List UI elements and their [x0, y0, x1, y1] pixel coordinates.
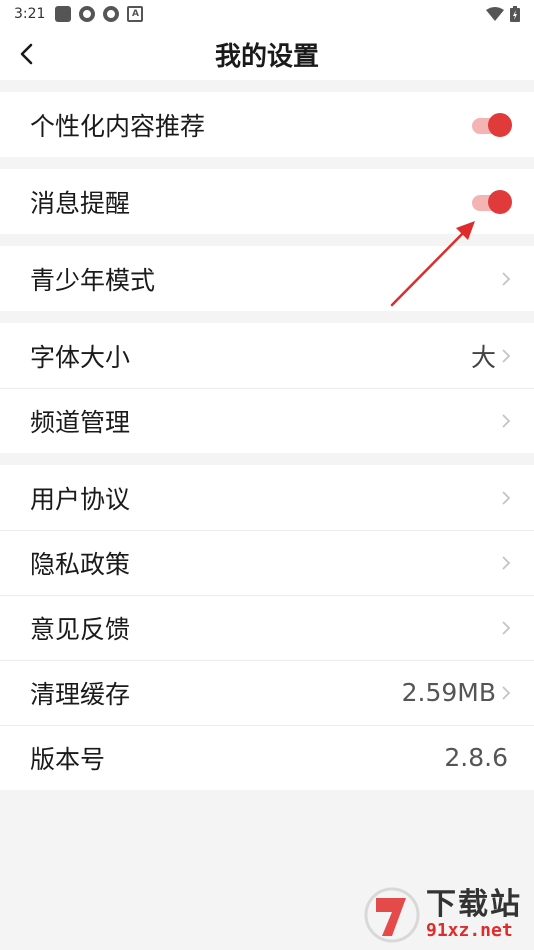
setting-label: 青少年模式 [30, 265, 156, 295]
personalized-recommendation-toggle[interactable] [472, 112, 512, 137]
chevron-right-icon [502, 685, 511, 700]
chevron-right-icon [502, 620, 511, 635]
wifi-icon [486, 7, 504, 21]
message-reminder-toggle[interactable] [472, 189, 512, 214]
settings-group: 个性化内容推荐 [0, 92, 534, 157]
setting-clear-cache[interactable]: 清理缓存 2.59MB [0, 660, 534, 725]
toggle-knob [488, 112, 512, 137]
settings-group: 青少年模式 [0, 246, 534, 311]
section-gap [0, 453, 534, 465]
notification-icon [55, 6, 72, 22]
app-notification-icon [79, 6, 96, 22]
watermark: 下载站 91xz.net [362, 884, 528, 946]
settings-group: 字体大小 大 频道管理 [0, 323, 534, 453]
header-bar: 我的设置 [0, 28, 534, 80]
setting-channel-management[interactable]: 频道管理 [0, 388, 534, 453]
status-bar: 3:21 A [0, 0, 534, 28]
settings-group: 消息提醒 [0, 169, 534, 234]
settings-group: 用户协议 隐私政策 意见反馈 清理缓存 2.59MB 版本号 2.8.6 [0, 465, 534, 790]
setting-privacy-policy[interactable]: 隐私政策 [0, 530, 534, 595]
setting-label: 清理缓存 [30, 679, 131, 709]
a-icon: A [127, 6, 144, 22]
section-gap [0, 311, 534, 323]
toggle-knob [488, 189, 512, 214]
chevron-right-icon [502, 490, 511, 505]
setting-label: 意见反馈 [30, 614, 131, 644]
setting-label: 个性化内容推荐 [30, 111, 206, 141]
setting-feedback[interactable]: 意见反馈 [0, 595, 534, 660]
cache-size-value: 2.59MB [401, 678, 496, 707]
setting-personalized-recommendation[interactable]: 个性化内容推荐 [0, 92, 534, 157]
setting-version: 版本号 2.8.6 [0, 725, 534, 790]
chevron-right-icon [502, 348, 511, 363]
setting-youth-mode[interactable]: 青少年模式 [0, 246, 534, 311]
font-size-value: 大 [470, 342, 496, 372]
section-gap [0, 234, 534, 246]
chevron-right-icon [502, 413, 511, 428]
section-gap [0, 80, 534, 92]
watermark-logo-icon [364, 887, 420, 943]
app-notification-icon-2 [103, 6, 120, 22]
section-gap [0, 157, 534, 169]
chevron-right-icon [502, 555, 511, 570]
back-arrow-icon[interactable] [14, 40, 42, 68]
setting-user-agreement[interactable]: 用户协议 [0, 465, 534, 530]
setting-message-reminder[interactable]: 消息提醒 [0, 169, 534, 234]
chevron-right-icon [502, 271, 511, 286]
status-time: 3:21 [14, 6, 46, 22]
battery-icon [510, 6, 520, 22]
setting-label: 字体大小 [30, 342, 131, 372]
setting-label: 用户协议 [30, 484, 131, 514]
watermark-sub-text: 91xz.net [426, 920, 513, 941]
setting-label: 频道管理 [30, 407, 131, 437]
page-title: 我的设置 [214, 41, 319, 72]
version-value: 2.8.6 [444, 743, 508, 772]
setting-label: 版本号 [30, 744, 106, 774]
setting-font-size[interactable]: 字体大小 大 [0, 323, 534, 388]
setting-label: 隐私政策 [30, 549, 131, 579]
watermark-main-text: 下载站 [426, 887, 522, 922]
setting-label: 消息提醒 [30, 188, 131, 218]
